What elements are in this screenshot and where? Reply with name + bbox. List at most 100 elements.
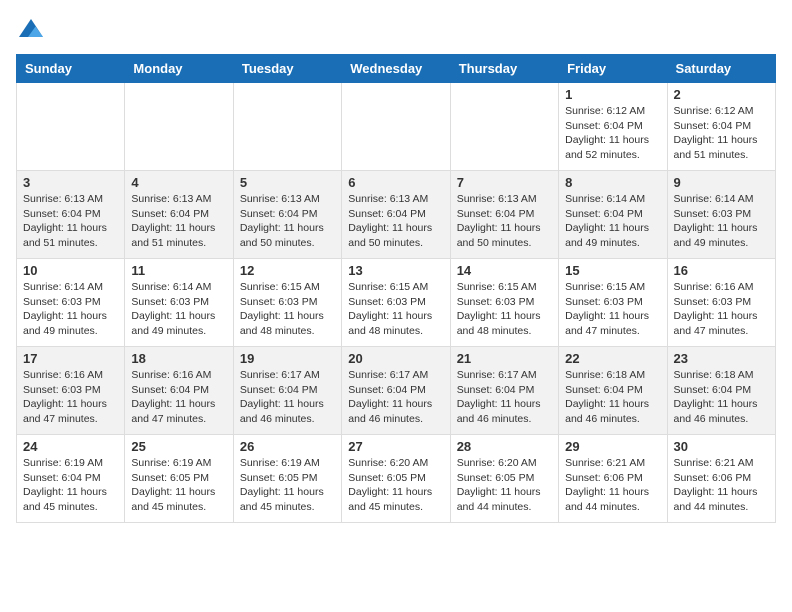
calendar-cell: 20 Sunrise: 6:17 AM Sunset: 6:04 PM Dayli… [342, 347, 450, 435]
day-info: Sunrise: 6:17 AM Sunset: 6:04 PM Dayligh… [457, 368, 552, 427]
day-number: 25 [131, 439, 226, 454]
day-number: 24 [23, 439, 118, 454]
day-number: 2 [674, 87, 769, 102]
calendar-cell: 14 Sunrise: 6:15 AM Sunset: 6:03 PM Dayli… [450, 259, 558, 347]
page-header [16, 16, 776, 46]
day-info: Sunrise: 6:14 AM Sunset: 6:03 PM Dayligh… [131, 280, 226, 339]
calendar-cell: 23 Sunrise: 6:18 AM Sunset: 6:04 PM Dayli… [667, 347, 775, 435]
calendar-cell [125, 83, 233, 171]
day-info: Sunrise: 6:19 AM Sunset: 6:05 PM Dayligh… [240, 456, 335, 515]
day-info: Sunrise: 6:13 AM Sunset: 6:04 PM Dayligh… [457, 192, 552, 251]
day-info: Sunrise: 6:15 AM Sunset: 6:03 PM Dayligh… [240, 280, 335, 339]
calendar-cell: 15 Sunrise: 6:15 AM Sunset: 6:03 PM Dayli… [559, 259, 667, 347]
calendar-cell [17, 83, 125, 171]
day-info: Sunrise: 6:15 AM Sunset: 6:03 PM Dayligh… [457, 280, 552, 339]
calendar-cell: 19Sunrise: 6:17 AM Sunset: 6:04 PM Dayli… [233, 347, 341, 435]
calendar-cell: 30 Sunrise: 6:21 AM Sunset: 6:06 PM Dayli… [667, 435, 775, 523]
day-info: Sunrise: 6:13 AM Sunset: 6:04 PM Dayligh… [131, 192, 226, 251]
calendar-week-row: 3 Sunrise: 6:13 AM Sunset: 6:04 PM Daylig… [17, 171, 776, 259]
calendar-cell: 10Sunrise: 6:14 AM Sunset: 6:03 PM Dayli… [17, 259, 125, 347]
calendar-cell: 29 Sunrise: 6:21 AM Sunset: 6:06 PM Dayli… [559, 435, 667, 523]
calendar-cell: 27Sunrise: 6:20 AM Sunset: 6:05 PM Dayli… [342, 435, 450, 523]
day-info: Sunrise: 6:17 AM Sunset: 6:04 PM Dayligh… [348, 368, 443, 427]
day-info: Sunrise: 6:21 AM Sunset: 6:06 PM Dayligh… [674, 456, 769, 515]
day-number: 19 [240, 351, 335, 366]
day-number: 5 [240, 175, 335, 190]
day-info: Sunrise: 6:16 AM Sunset: 6:03 PM Dayligh… [674, 280, 769, 339]
calendar-cell: 1 Sunrise: 6:12 AM Sunset: 6:04 PM Daylig… [559, 83, 667, 171]
calendar-week-row: 17 Sunrise: 6:16 AM Sunset: 6:03 PM Dayli… [17, 347, 776, 435]
day-info: Sunrise: 6:13 AM Sunset: 6:04 PM Dayligh… [348, 192, 443, 251]
calendar-cell: 4 Sunrise: 6:13 AM Sunset: 6:04 PM Daylig… [125, 171, 233, 259]
calendar-cell: 26 Sunrise: 6:19 AM Sunset: 6:05 PM Dayli… [233, 435, 341, 523]
day-number: 22 [565, 351, 660, 366]
calendar-cell: 22 Sunrise: 6:18 AM Sunset: 6:04 PM Dayli… [559, 347, 667, 435]
calendar-table: SundayMondayTuesdayWednesdayThursdayFrid… [16, 54, 776, 523]
day-number: 17 [23, 351, 118, 366]
day-number: 30 [674, 439, 769, 454]
weekday-header-sunday: Sunday [17, 55, 125, 83]
weekday-header-friday: Friday [559, 55, 667, 83]
day-info: Sunrise: 6:21 AM Sunset: 6:06 PM Dayligh… [565, 456, 660, 515]
day-number: 1 [565, 87, 660, 102]
day-info: Sunrise: 6:14 AM Sunset: 6:03 PM Dayligh… [23, 280, 118, 339]
calendar-cell: 6 Sunrise: 6:13 AM Sunset: 6:04 PM Daylig… [342, 171, 450, 259]
day-info: Sunrise: 6:14 AM Sunset: 6:04 PM Dayligh… [565, 192, 660, 251]
day-info: Sunrise: 6:20 AM Sunset: 6:05 PM Dayligh… [348, 456, 443, 515]
logo [16, 16, 50, 46]
day-info: Sunrise: 6:19 AM Sunset: 6:05 PM Dayligh… [131, 456, 226, 515]
day-info: Sunrise: 6:16 AM Sunset: 6:03 PM Dayligh… [23, 368, 118, 427]
day-number: 11 [131, 263, 226, 278]
calendar-cell: 2Sunrise: 6:12 AM Sunset: 6:04 PM Daylig… [667, 83, 775, 171]
calendar-cell: 28Sunrise: 6:20 AM Sunset: 6:05 PM Dayli… [450, 435, 558, 523]
calendar-cell: 16 Sunrise: 6:16 AM Sunset: 6:03 PM Dayli… [667, 259, 775, 347]
day-number: 3 [23, 175, 118, 190]
calendar-cell: 8 Sunrise: 6:14 AM Sunset: 6:04 PM Daylig… [559, 171, 667, 259]
weekday-header-thursday: Thursday [450, 55, 558, 83]
calendar-cell: 25 Sunrise: 6:19 AM Sunset: 6:05 PM Dayli… [125, 435, 233, 523]
calendar-cell: 11 Sunrise: 6:14 AM Sunset: 6:03 PM Dayli… [125, 259, 233, 347]
day-number: 6 [348, 175, 443, 190]
day-info: Sunrise: 6:15 AM Sunset: 6:03 PM Dayligh… [565, 280, 660, 339]
day-number: 16 [674, 263, 769, 278]
day-number: 18 [131, 351, 226, 366]
day-number: 20 [348, 351, 443, 366]
day-info: Sunrise: 6:19 AM Sunset: 6:04 PM Dayligh… [23, 456, 118, 515]
calendar-cell: 17 Sunrise: 6:16 AM Sunset: 6:03 PM Dayli… [17, 347, 125, 435]
day-number: 14 [457, 263, 552, 278]
day-info: Sunrise: 6:12 AM Sunset: 6:04 PM Dayligh… [565, 104, 660, 163]
calendar-week-row: 24 Sunrise: 6:19 AM Sunset: 6:04 PM Dayli… [17, 435, 776, 523]
day-number: 26 [240, 439, 335, 454]
day-number: 7 [457, 175, 552, 190]
day-number: 9 [674, 175, 769, 190]
day-info: Sunrise: 6:15 AM Sunset: 6:03 PM Dayligh… [348, 280, 443, 339]
day-number: 13 [348, 263, 443, 278]
day-number: 29 [565, 439, 660, 454]
day-info: Sunrise: 6:18 AM Sunset: 6:04 PM Dayligh… [674, 368, 769, 427]
calendar-cell: 12 Sunrise: 6:15 AM Sunset: 6:03 PM Dayli… [233, 259, 341, 347]
day-number: 28 [457, 439, 552, 454]
day-info: Sunrise: 6:14 AM Sunset: 6:03 PM Dayligh… [674, 192, 769, 251]
day-info: Sunrise: 6:16 AM Sunset: 6:04 PM Dayligh… [131, 368, 226, 427]
weekday-header-tuesday: Tuesday [233, 55, 341, 83]
day-number: 23 [674, 351, 769, 366]
day-number: 15 [565, 263, 660, 278]
calendar-week-row: 1 Sunrise: 6:12 AM Sunset: 6:04 PM Daylig… [17, 83, 776, 171]
day-number: 4 [131, 175, 226, 190]
calendar-cell: 5 Sunrise: 6:13 AM Sunset: 6:04 PM Daylig… [233, 171, 341, 259]
weekday-header-wednesday: Wednesday [342, 55, 450, 83]
calendar-cell: 24 Sunrise: 6:19 AM Sunset: 6:04 PM Dayli… [17, 435, 125, 523]
calendar-cell [233, 83, 341, 171]
day-number: 21 [457, 351, 552, 366]
calendar-cell [342, 83, 450, 171]
weekday-header-monday: Monday [125, 55, 233, 83]
calendar-cell: 13 Sunrise: 6:15 AM Sunset: 6:03 PM Dayli… [342, 259, 450, 347]
calendar-cell [450, 83, 558, 171]
calendar-cell: 9 Sunrise: 6:14 AM Sunset: 6:03 PM Daylig… [667, 171, 775, 259]
day-info: Sunrise: 6:18 AM Sunset: 6:04 PM Dayligh… [565, 368, 660, 427]
day-number: 8 [565, 175, 660, 190]
weekday-header-saturday: Saturday [667, 55, 775, 83]
day-info: Sunrise: 6:13 AM Sunset: 6:04 PM Dayligh… [240, 192, 335, 251]
day-number: 12 [240, 263, 335, 278]
day-info: Sunrise: 6:13 AM Sunset: 6:04 PM Dayligh… [23, 192, 118, 251]
